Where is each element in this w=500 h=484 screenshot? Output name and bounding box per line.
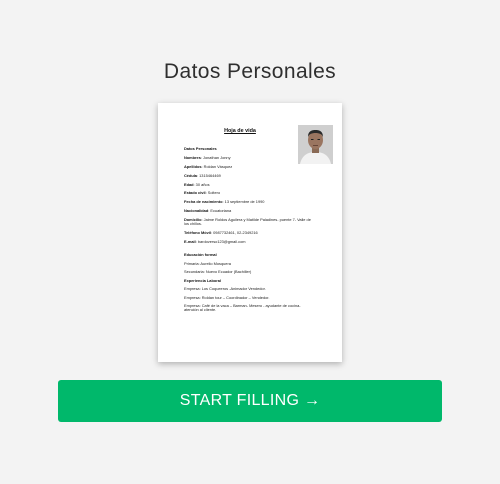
- field-email: E-mail: bardoverso123@gmail.com: [184, 239, 246, 245]
- field-nacionalidad: Nacionalidad: Ecuatoriana: [184, 208, 232, 214]
- field-cedula: Cédula: 1315464469: [184, 172, 221, 178]
- job-item: Empresa: Café de la vaca – Barman- Meser…: [184, 303, 301, 313]
- job-item: Empresa: Roldan tour – Coordinador – Ven…: [184, 294, 270, 300]
- job-item: Empresa: Los Coqueeros -Animador Vendedo…: [184, 286, 266, 292]
- experience-title: Experiencia Laboral: [184, 277, 221, 283]
- resume-preview: Hoja de vida Datos Personales Nombres: J…: [158, 103, 342, 362]
- education-title: Educación formal: [184, 252, 217, 258]
- field-edad: Edad: 30 años: [184, 181, 210, 187]
- start-filling-button[interactable]: START FILLING →: [58, 380, 442, 422]
- field-telefono: Teléfono Móvil: 0987732461, 02-2349216: [184, 230, 258, 236]
- field-apellidos: Apellidos: Roldan Vásquez: [184, 163, 233, 169]
- field-nombres: Nombres: Jonathan Jonny: [184, 154, 231, 160]
- page-title: Datos Personales: [163, 60, 337, 83]
- education-primaria: Primaria: Aurelio Mosquera: [184, 260, 231, 266]
- section-title: Datos Personales: [184, 146, 217, 151]
- resume-body: Datos Personales Nombres: Jonathan Jonny…: [184, 146, 314, 317]
- education-secundaria: Secundaria: Nuevo Ecuador (Bachiller): [184, 269, 252, 275]
- field-estado-civil: Estado civil: Soltero: [184, 190, 221, 196]
- field-domicilio: Domicilio: Jaime Roldos Aguilera y Matil…: [184, 217, 311, 227]
- field-fecha-nacimiento: Fecha de nacimiento: 13 septiembre de 19…: [184, 199, 265, 205]
